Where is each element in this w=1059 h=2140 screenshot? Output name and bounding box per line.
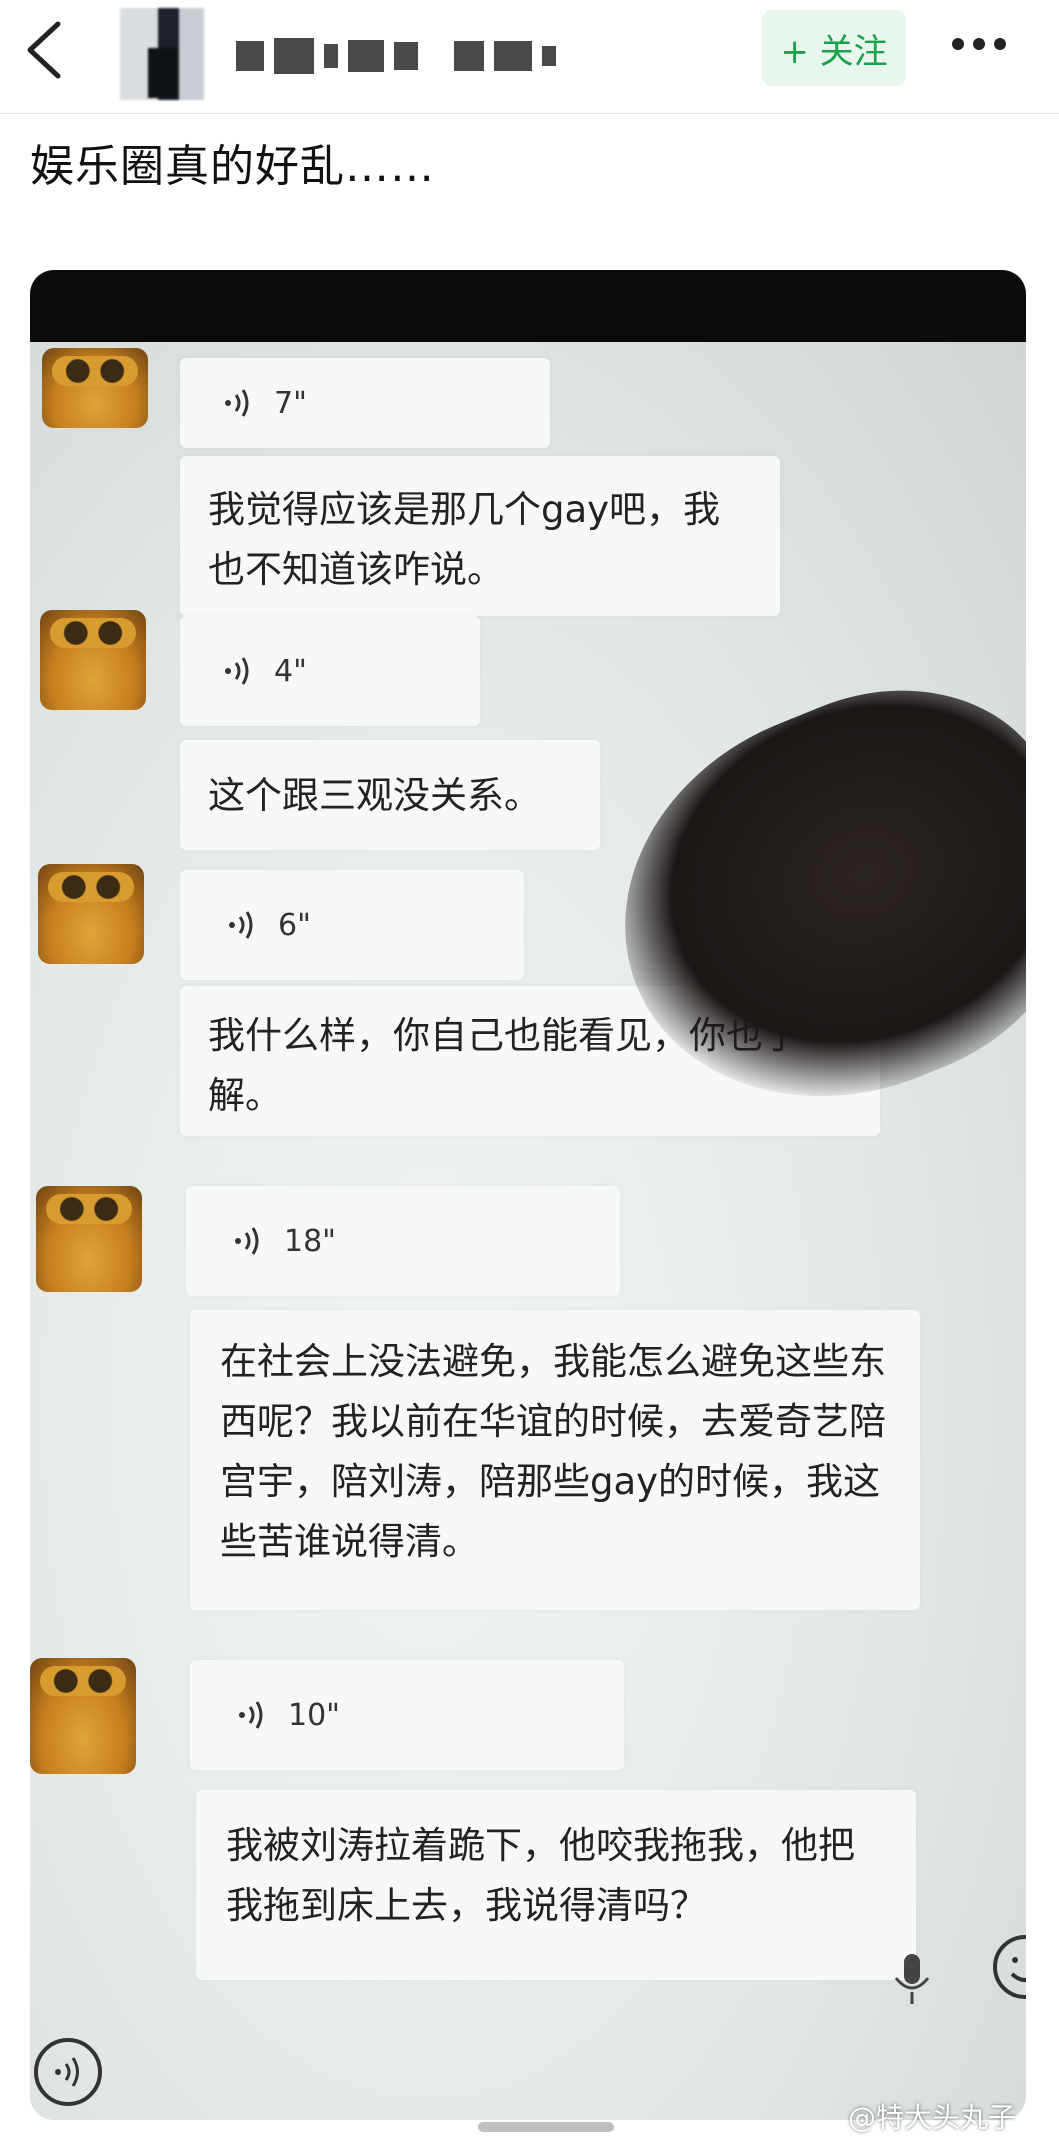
author-avatar[interactable] — [120, 8, 204, 100]
home-indicator[interactable] — [478, 2122, 614, 2132]
photo-top-bar — [30, 270, 1026, 342]
watermark: @特大头丸子 — [848, 2101, 1017, 2134]
voice-message[interactable]: 18" — [186, 1186, 620, 1296]
text-message[interactable]: 在社会上没法避免，我能怎么避免这些东西呢？我以前在华谊的时候，去爱奇艺陪宫宇，陪… — [190, 1310, 920, 1610]
voice-wave-icon — [225, 657, 249, 685]
chat-avatar — [38, 864, 144, 964]
post-text: 娱乐圈真的好乱…… — [30, 141, 435, 192]
voice-message[interactable]: 7" — [180, 358, 550, 448]
chat-avatar — [40, 610, 146, 710]
back-arrow-icon[interactable] — [18, 18, 74, 82]
voice-duration: 4" — [274, 653, 307, 689]
chat-avatar — [30, 1658, 136, 1774]
voice-wave-icon — [239, 1701, 263, 1729]
voice-message[interactable]: 6" — [180, 870, 524, 980]
voice-duration: 10" — [288, 1697, 340, 1733]
text-message[interactable]: 我觉得应该是那几个gay吧，我也不知道该咋说。 — [180, 456, 780, 616]
voice-wave-icon — [225, 389, 249, 417]
voice-message[interactable]: 10" — [190, 1660, 624, 1770]
voice-wave-icon — [235, 1227, 259, 1255]
voice-toggle-icon[interactable] — [30, 2034, 106, 2110]
text-message[interactable]: 我被刘涛拉着跪下，他咬我拖我，他把我拖到床上去，我说得清吗？ — [196, 1790, 916, 1980]
chat-avatar — [42, 348, 148, 428]
text-message[interactable]: 这个跟三观没关系。 — [180, 740, 600, 850]
voice-wave-icon — [229, 911, 253, 939]
voice-message[interactable]: 4" — [180, 616, 480, 726]
emoji-icon[interactable] — [990, 1932, 1026, 2002]
more-options-icon[interactable] — [952, 38, 1006, 50]
voice-duration: 18" — [284, 1223, 336, 1259]
chat-avatar — [36, 1186, 142, 1292]
microphone-icon[interactable] — [890, 1950, 934, 2010]
voice-duration: 7" — [274, 385, 307, 421]
follow-button[interactable]: + 关注 — [762, 10, 906, 86]
author-name-redacted[interactable] — [236, 34, 556, 78]
post-image[interactable]: 7" 我觉得应该是那几个gay吧，我也不知道该咋说。 4" 这个跟三观没关系。 … — [30, 270, 1026, 2120]
voice-duration: 6" — [278, 907, 311, 943]
top-bar: + 关注 — [0, 0, 1059, 114]
